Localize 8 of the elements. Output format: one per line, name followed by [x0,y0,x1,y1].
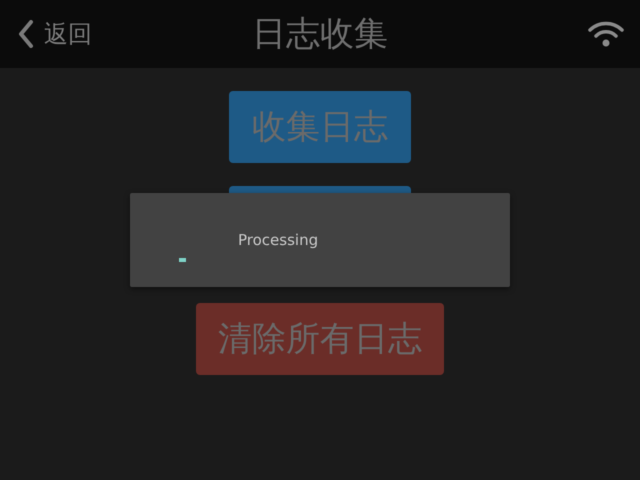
clear-logs-button[interactable]: 清除所有日志 [196,303,444,375]
screen-title: 日志收集 [252,13,388,56]
back-chevron-icon [18,20,34,48]
progress-message: Processing [238,231,318,249]
back-button[interactable]: 返回 [0,18,92,50]
spinner-icon [179,258,186,262]
wifi-icon [588,21,624,47]
action-button[interactable]: 收集日志 [229,91,411,163]
